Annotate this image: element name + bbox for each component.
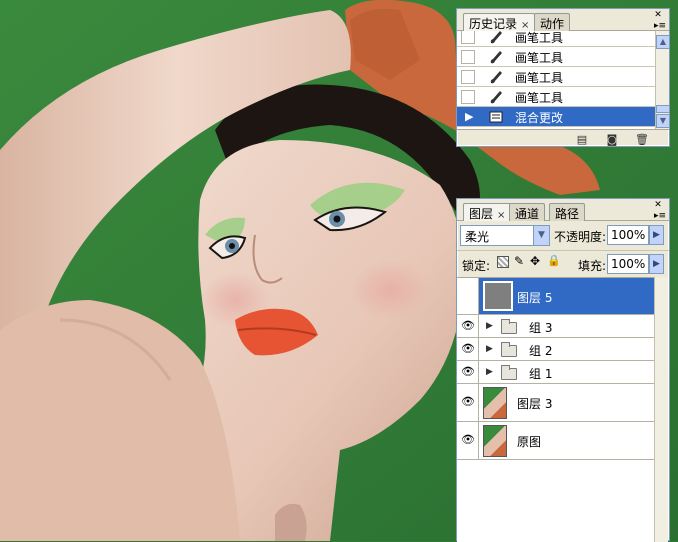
history-item-label: 画笔工具 bbox=[515, 91, 564, 105]
layer-name: 组 3 bbox=[529, 321, 553, 335]
close-tab-icon[interactable]: × bbox=[497, 210, 505, 221]
visibility-eye-icon[interactable]: 👁 bbox=[459, 342, 477, 358]
visibility-eye-icon[interactable]: 👁 bbox=[459, 395, 477, 411]
panel-menu-icon[interactable]: ▸≡ bbox=[654, 211, 666, 221]
layers-scrollbar[interactable] bbox=[654, 277, 668, 542]
layer-row[interactable]: 👁 原图 bbox=[457, 422, 654, 460]
layer-group-row[interactable]: 👁 ▶ 组 3 bbox=[457, 315, 654, 338]
brush-icon bbox=[490, 31, 502, 44]
history-item-selected[interactable]: ▶ 混合更改 bbox=[457, 107, 655, 127]
expand-triangle-icon[interactable]: ▶ bbox=[486, 367, 493, 377]
visibility-eye-icon[interactable]: 👁 bbox=[459, 365, 477, 381]
history-item-label: 混合更改 bbox=[515, 111, 564, 125]
tab-paths[interactable]: 路径 bbox=[549, 203, 586, 221]
history-item[interactable]: 画笔工具 bbox=[457, 31, 655, 47]
opacity-input[interactable]: 100% bbox=[607, 225, 649, 245]
visibility-eye-icon[interactable]: 👁 bbox=[459, 289, 477, 305]
folder-icon bbox=[501, 319, 517, 334]
history-item[interactable]: 画笔工具 bbox=[457, 47, 655, 67]
history-item-label: 画笔工具 bbox=[515, 71, 564, 85]
new-snapshot-icon[interactable]: ◙ bbox=[603, 133, 621, 147]
history-item-label: 画笔工具 bbox=[515, 51, 564, 65]
folder-icon bbox=[501, 342, 517, 357]
scroll-down-icon[interactable]: ▼ bbox=[656, 114, 670, 128]
layers-panel: 图层 × 通道 路径 ✕ ▸≡ 柔光 ▼ 不透明度: 100% ▶ 锁定: ✎ ✥… bbox=[456, 198, 670, 542]
close-tab-icon[interactable]: × bbox=[521, 20, 529, 31]
layer-list: 👁 图层 5 👁 ▶ 组 3 👁 ▶ 组 2 👁 ▶ 组 1 👁 图层 3 👁 … bbox=[457, 277, 654, 542]
layer-group-row[interactable]: 👁 ▶ 组 2 bbox=[457, 338, 654, 361]
fill-label: 填充: bbox=[578, 259, 607, 273]
new-document-from-state-icon[interactable]: ▤ bbox=[573, 133, 591, 147]
lock-transparency-icon[interactable] bbox=[497, 256, 509, 268]
lock-all-icon[interactable]: 🔒 bbox=[547, 254, 561, 267]
snapshot-checkbox[interactable] bbox=[461, 90, 475, 104]
layer-row[interactable]: 👁 图层 3 bbox=[457, 384, 654, 422]
blend-mode-select[interactable]: 柔光 ▼ bbox=[460, 225, 550, 246]
history-state-marker-icon[interactable]: ▶ bbox=[465, 110, 479, 124]
opacity-label: 不透明度: bbox=[554, 230, 607, 244]
brush-icon bbox=[490, 51, 502, 64]
scroll-thumb[interactable] bbox=[656, 105, 670, 113]
history-item[interactable]: 画笔工具 bbox=[457, 87, 655, 107]
history-scrollbar[interactable]: ▲ ▼ bbox=[655, 31, 670, 129]
blend-change-icon bbox=[489, 111, 503, 123]
tab-layers[interactable]: 图层 × bbox=[463, 203, 512, 221]
trash-icon[interactable]: 🗑 bbox=[633, 133, 651, 147]
layer-thumbnail bbox=[483, 425, 507, 457]
fill-input[interactable]: 100% bbox=[607, 254, 649, 274]
layer-name: 图层 5 bbox=[517, 291, 553, 305]
tab-actions[interactable]: 动作 bbox=[534, 13, 571, 31]
opacity-slider-arrow-icon[interactable]: ▶ bbox=[649, 225, 664, 245]
layer-row-selected[interactable]: 👁 图层 5 bbox=[457, 278, 654, 315]
blend-row: 柔光 ▼ 不透明度: 100% ▶ bbox=[457, 222, 669, 250]
expand-triangle-icon[interactable]: ▶ bbox=[486, 344, 493, 354]
layer-thumbnail bbox=[483, 281, 513, 311]
panel-close-icon[interactable]: ✕ bbox=[651, 201, 665, 210]
snapshot-checkbox[interactable] bbox=[461, 70, 475, 84]
fill-slider-arrow-icon[interactable]: ▶ bbox=[649, 254, 664, 274]
panel-menu-icon[interactable]: ▸≡ bbox=[654, 21, 666, 31]
layer-name: 原图 bbox=[517, 435, 542, 449]
tab-history[interactable]: 历史记录 × bbox=[463, 13, 536, 31]
chevron-down-icon[interactable]: ▼ bbox=[533, 226, 549, 245]
layer-group-row[interactable]: 👁 ▶ 组 1 bbox=[457, 361, 654, 384]
layers-panel-titlebar: 图层 × 通道 路径 ✕ ▸≡ bbox=[457, 199, 669, 221]
history-list: 画笔工具 画笔工具 画笔工具 画笔工具 ▶ 混合更改 bbox=[457, 31, 655, 129]
brush-icon bbox=[490, 91, 502, 104]
history-item[interactable]: 画笔工具 bbox=[457, 67, 655, 87]
visibility-eye-icon[interactable]: 👁 bbox=[459, 433, 477, 449]
layer-name: 组 1 bbox=[529, 367, 553, 381]
layer-thumbnail bbox=[483, 387, 507, 419]
expand-triangle-icon[interactable]: ▶ bbox=[486, 321, 493, 331]
brush-icon bbox=[490, 71, 502, 84]
layer-name: 组 2 bbox=[529, 344, 553, 358]
history-panel: 历史记录 × 动作 ✕ ▸≡ 画笔工具 画笔工具 画笔工具 画笔工具 ▶ 混合更… bbox=[456, 8, 670, 147]
lock-position-icon[interactable]: ✥ bbox=[530, 254, 540, 268]
history-panel-titlebar: 历史记录 × 动作 ✕ ▸≡ bbox=[457, 9, 669, 31]
snapshot-checkbox[interactable] bbox=[461, 50, 475, 64]
layer-name: 图层 3 bbox=[517, 397, 553, 411]
lock-row: 锁定: ✎ ✥ 🔒 填充: 100% ▶ bbox=[457, 250, 669, 278]
folder-icon bbox=[501, 365, 517, 380]
scroll-up-icon[interactable]: ▲ bbox=[656, 35, 670, 49]
panel-close-icon[interactable]: ✕ bbox=[651, 11, 665, 20]
history-footer: ▤ ◙ 🗑 bbox=[457, 129, 669, 147]
tab-channels[interactable]: 通道 bbox=[509, 203, 546, 221]
lock-pixels-icon[interactable]: ✎ bbox=[514, 254, 524, 268]
lock-label: 锁定: bbox=[462, 259, 491, 273]
visibility-eye-icon[interactable]: 👁 bbox=[459, 319, 477, 335]
snapshot-checkbox[interactable] bbox=[461, 31, 475, 44]
history-item-label: 画笔工具 bbox=[515, 31, 564, 45]
